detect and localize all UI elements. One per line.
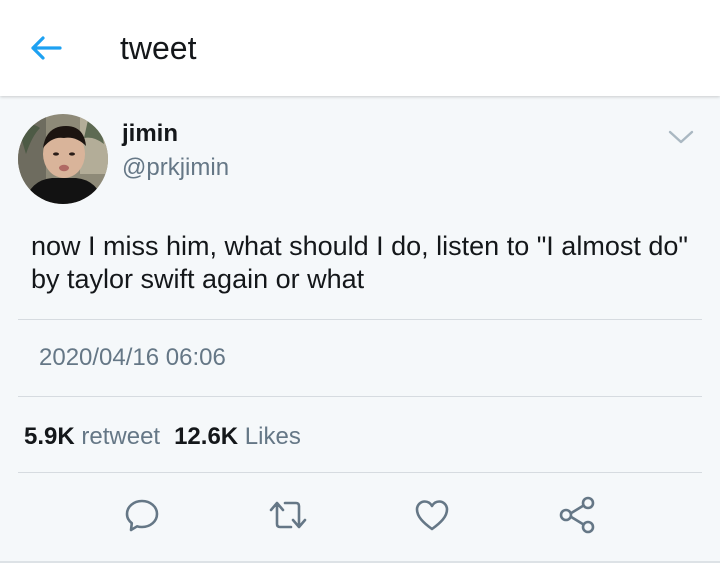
page-title: tweet [120,30,197,66]
retweet-label[interactable]: retweet [81,423,160,450]
display-name[interactable]: jimin [122,119,178,149]
like-label[interactable]: Likes [245,423,301,450]
action-bar [0,491,720,541]
tweet-text: now I miss him, what should I do, listen… [31,231,688,294]
tweet-timestamp: 2020/04/16 06:06 [39,344,226,371]
user-handle[interactable]: @prkjimin [122,153,229,183]
reply-icon [125,499,159,532]
like-count[interactable]: 12.6K [174,423,238,450]
share-icon [559,496,595,534]
reply-button[interactable] [118,491,166,539]
like-button[interactable] [408,491,456,539]
tweet-menu-button[interactable] [664,125,698,149]
divider [18,396,702,397]
chevron-down-icon [668,130,694,144]
heart-icon [415,500,449,531]
avatar-photo [18,114,108,204]
retweet-icon [269,501,307,529]
share-button[interactable] [553,491,601,539]
divider [18,472,702,473]
retweet-button[interactable] [264,491,312,539]
retweet-count[interactable]: 5.9K [24,423,75,450]
tweet-detail: jimin @prkjimin now I miss him, what sho… [0,97,720,563]
back-button[interactable] [22,26,70,70]
tweet-stats: 5.9K retweet 12.6K Likes [24,422,301,452]
avatar[interactable] [18,114,108,204]
divider [18,319,702,320]
arrow-left-icon [31,36,62,60]
top-bar: tweet [0,0,720,96]
